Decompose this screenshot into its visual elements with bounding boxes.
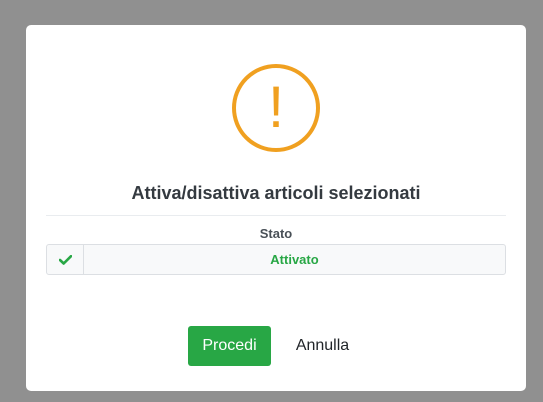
state-field-label: Stato bbox=[259, 226, 293, 241]
exclamation-icon: ! bbox=[232, 64, 320, 152]
check-icon bbox=[47, 245, 84, 274]
proceed-button[interactable]: Procedi bbox=[188, 326, 271, 366]
divider bbox=[46, 215, 506, 216]
cancel-button[interactable]: Annulla bbox=[282, 326, 363, 366]
exclamation-glyph: ! bbox=[267, 75, 285, 140]
state-selector[interactable]: Attivato bbox=[46, 244, 506, 275]
dialog-title: Attiva/disattiva articoli selezionati bbox=[131, 183, 421, 203]
state-value: Attivato bbox=[270, 252, 319, 267]
confirm-dialog: ! Attiva/disattiva articoli selezionati … bbox=[26, 25, 526, 391]
